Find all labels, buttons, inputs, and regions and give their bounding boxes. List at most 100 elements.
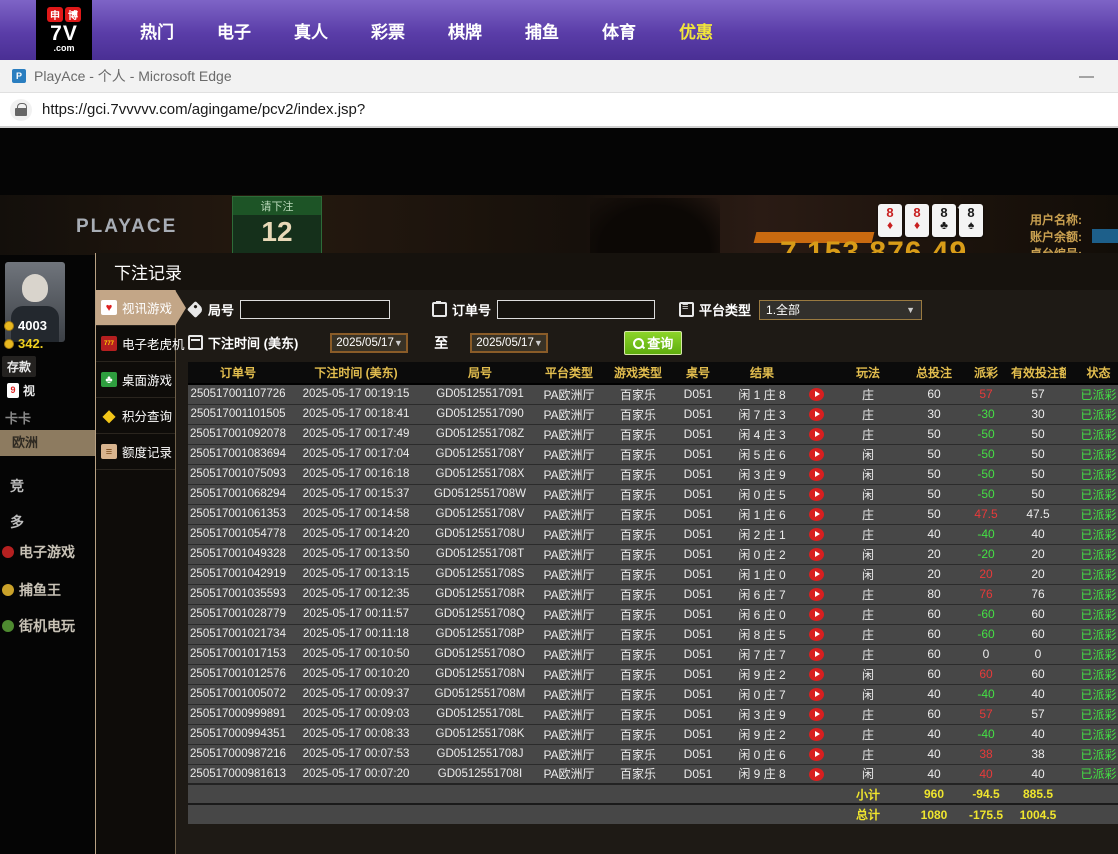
lock-icon[interactable] bbox=[10, 98, 32, 121]
order-cell: 250517001012576 bbox=[188, 663, 288, 684]
tab-积分查询[interactable]: ◆ 积分查询 bbox=[96, 398, 175, 434]
filter-row-1: 局号 订单号 平台类型 1.全部▼ bbox=[187, 297, 1118, 322]
tag-icon bbox=[187, 301, 204, 318]
order-cell: 250517001075093 bbox=[188, 463, 288, 484]
nav-item-真人[interactable]: 真人 bbox=[294, 18, 328, 43]
tab-额度记录[interactable]: ≡ 额度记录 bbox=[96, 434, 175, 470]
video-menu-item[interactable]: 9视 bbox=[2, 380, 40, 401]
replay-play-button[interactable] bbox=[808, 448, 824, 462]
valid-bet-cell: 50 bbox=[1010, 483, 1066, 504]
replay-play-button[interactable] bbox=[808, 668, 824, 682]
page-favicon-icon: P bbox=[12, 69, 26, 83]
site-logo[interactable]: 申 博 7V .com bbox=[36, 0, 92, 60]
tab-视讯游戏[interactable]: ♥ 视讯游戏 bbox=[96, 290, 186, 326]
nav-item-彩票[interactable]: 彩票 bbox=[371, 18, 405, 43]
replay-play-button[interactable] bbox=[808, 748, 824, 762]
chevron-down-icon: ▼ bbox=[906, 304, 916, 315]
logo-name: 7V bbox=[50, 22, 78, 45]
replay-play-button[interactable] bbox=[808, 428, 824, 442]
tab-桌面游戏[interactable]: ♣ 桌面游戏 bbox=[96, 362, 175, 398]
nav-item-棋牌[interactable]: 棋牌 bbox=[448, 18, 482, 43]
nav-item-优惠[interactable]: 优惠 bbox=[679, 18, 713, 43]
payout-cell: 57 bbox=[962, 383, 1010, 404]
round-input[interactable] bbox=[240, 300, 391, 319]
replay-play-button[interactable] bbox=[808, 528, 824, 542]
bg-item-euro[interactable]: 欧洲 bbox=[0, 430, 95, 456]
replay-play-button[interactable] bbox=[808, 767, 824, 781]
order-label: 订单号 bbox=[432, 300, 491, 319]
replay-play-button[interactable] bbox=[808, 388, 824, 402]
round-cell: GD0512551708Y bbox=[424, 443, 536, 464]
balance-main: 4003 bbox=[4, 318, 47, 333]
replay-play-button[interactable] bbox=[808, 648, 824, 662]
table-row: 250517001021734 2025-05-17 00:11:18 GD0512… bbox=[188, 623, 1118, 644]
status-cell: 已派彩 bbox=[1066, 623, 1118, 644]
side-cell: 庄 bbox=[830, 383, 906, 404]
result-cell: 闲 7 庄 7 bbox=[722, 643, 802, 664]
order-cell: 250517001021734 bbox=[188, 623, 288, 644]
replay-play-button[interactable] bbox=[808, 628, 824, 642]
replay-play-button[interactable] bbox=[808, 588, 824, 602]
result-cell: 闲 0 庄 2 bbox=[722, 543, 802, 564]
table-row: 250517001083694 2025-05-17 00:17:04 GD0512… bbox=[188, 443, 1118, 464]
bg-item-jing[interactable]: 竞 bbox=[10, 476, 24, 496]
replay-play-button[interactable] bbox=[808, 548, 824, 562]
replay-play-button[interactable] bbox=[808, 708, 824, 722]
nav-item-体育[interactable]: 体育 bbox=[602, 18, 636, 43]
search-button[interactable]: 查询 bbox=[624, 330, 683, 355]
status-cell: 已派彩 bbox=[1066, 723, 1118, 744]
bet-time-cell: 2025-05-17 00:16:18 bbox=[288, 463, 424, 484]
deposit-button[interactable]: 存款 bbox=[2, 356, 37, 377]
nav-item-捕鱼[interactable]: 捕鱼 bbox=[525, 18, 559, 43]
result-cell: 闲 7 庄 3 bbox=[722, 403, 802, 424]
col-header: 总投注 bbox=[906, 362, 962, 385]
bg-item-dianzi[interactable]: 电子游戏 bbox=[2, 542, 75, 562]
platform-select[interactable]: 1.全部 ▼ bbox=[759, 299, 923, 320]
result-cell: 闲 0 庄 7 bbox=[722, 683, 802, 704]
status-cell: 已派彩 bbox=[1066, 743, 1118, 764]
replay-play-button[interactable] bbox=[808, 408, 824, 422]
date-to-select[interactable]: 2025/05/17 ▼ bbox=[470, 332, 549, 353]
total-bet-cell: 30 bbox=[906, 403, 962, 424]
replay-cell bbox=[802, 703, 830, 724]
playing-card: 8 ♦ bbox=[878, 204, 902, 237]
nav-item-热门[interactable]: 热门 bbox=[140, 18, 174, 43]
coin-icon bbox=[4, 320, 14, 331]
round-cell: GD0512551708O bbox=[424, 643, 536, 664]
round-cell: GD05125517091 bbox=[424, 383, 536, 404]
order-cell: 250517001017153 bbox=[188, 643, 288, 664]
bg-item-duo[interactable]: 多 bbox=[10, 512, 24, 532]
date-from-select[interactable]: 2025/05/17 ▼ bbox=[330, 332, 409, 353]
nav-item-电子[interactable]: 电子 bbox=[217, 18, 251, 43]
table-row: 250517001061353 2025-05-17 00:14:58 GD0512… bbox=[188, 503, 1118, 524]
tab-电子老虎机[interactable]: 777 电子老虎机 bbox=[96, 326, 185, 362]
bg-item-jieji[interactable]: 街机电玩 bbox=[2, 616, 75, 636]
status-cell: 已派彩 bbox=[1066, 383, 1118, 404]
replay-cell bbox=[802, 563, 830, 584]
dealer-silhouette bbox=[590, 198, 720, 255]
order-cell: 250517001049328 bbox=[188, 543, 288, 564]
replay-play-button[interactable] bbox=[808, 688, 824, 702]
platform-cell: PA欧洲厅 bbox=[536, 563, 602, 584]
platform-cell: PA欧洲厅 bbox=[536, 463, 602, 484]
replay-play-button[interactable] bbox=[808, 508, 824, 522]
replay-play-button[interactable] bbox=[808, 468, 824, 482]
replay-play-button[interactable] bbox=[808, 568, 824, 582]
bg-item-buyu[interactable]: 捕鱼王 bbox=[2, 580, 61, 600]
total-bet-cell: 40 bbox=[906, 723, 962, 744]
url-text[interactable]: https://gci.7vvvvv.com/agingame/pcv2/ind… bbox=[42, 101, 365, 118]
fish-dot-icon bbox=[2, 584, 14, 596]
table-no-cell: D051 bbox=[674, 503, 722, 524]
bet-time-cell: 2025-05-17 00:14:58 bbox=[288, 503, 424, 524]
replay-play-button[interactable] bbox=[808, 728, 824, 742]
bet-time-cell: 2025-05-17 00:17:04 bbox=[288, 443, 424, 464]
minimize-button[interactable]: — bbox=[1079, 68, 1094, 85]
replay-play-button[interactable] bbox=[808, 488, 824, 502]
total-bet-cell: 50 bbox=[906, 423, 962, 444]
valid-bet-cell: 30 bbox=[1010, 403, 1066, 424]
valid-bet-cell: 60 bbox=[1010, 663, 1066, 684]
order-input[interactable] bbox=[497, 300, 656, 319]
player-bar bbox=[1092, 229, 1118, 243]
replay-play-button[interactable] bbox=[808, 608, 824, 622]
payout-cell: 47.5 bbox=[962, 503, 1010, 524]
